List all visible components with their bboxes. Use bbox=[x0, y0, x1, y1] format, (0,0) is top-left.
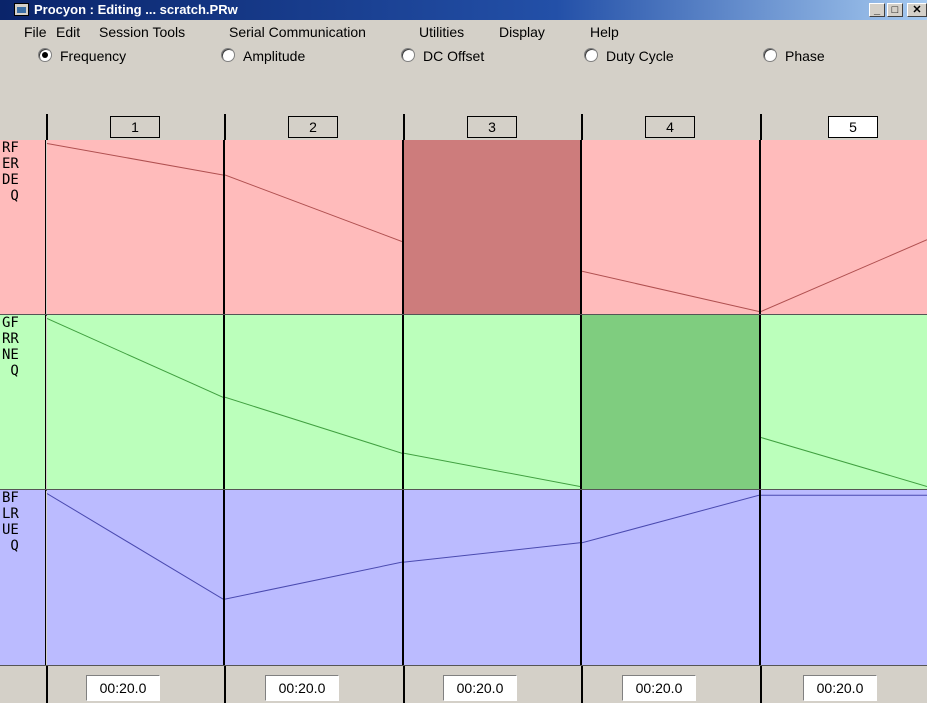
row-label-red: RF ER DE Q bbox=[0, 140, 46, 315]
menu-display[interactable]: Display bbox=[499, 24, 545, 40]
blue-segment-1[interactable] bbox=[47, 490, 225, 666]
radio-dot-icon bbox=[584, 48, 598, 62]
column-header-2[interactable]: 2 bbox=[288, 116, 338, 138]
blue-segment-2[interactable] bbox=[225, 490, 404, 666]
menu-edit[interactable]: Edit bbox=[56, 24, 80, 40]
menu-session-tools[interactable]: Session Tools bbox=[99, 24, 185, 40]
blue-ramp-line-1 bbox=[47, 494, 223, 600]
footer-divider bbox=[46, 666, 48, 703]
footer-divider bbox=[760, 666, 762, 703]
red-segment-1[interactable] bbox=[47, 140, 225, 315]
header-divider bbox=[403, 114, 405, 140]
header-divider bbox=[581, 114, 583, 140]
red-segment-4[interactable] bbox=[582, 140, 761, 315]
menu-utilities[interactable]: Utilities bbox=[419, 24, 464, 40]
column-header-5[interactable]: 5 bbox=[828, 116, 878, 138]
green-ramp-line-3 bbox=[404, 453, 580, 486]
radio-duty-cycle[interactable]: Duty Cycle bbox=[584, 48, 674, 66]
window-title: Procyon : Editing ... scratch.PRw bbox=[34, 2, 238, 17]
radio-dc-offset[interactable]: DC Offset bbox=[401, 48, 484, 66]
green-segment-1[interactable] bbox=[47, 315, 225, 490]
red-ramp-line-1 bbox=[47, 144, 223, 176]
row-label-blue: BF LR UE Q bbox=[0, 490, 46, 666]
duration-field-5[interactable]: 00:20.0 bbox=[803, 675, 877, 701]
radio-dot-icon bbox=[38, 48, 52, 62]
duration-field-4[interactable]: 00:20.0 bbox=[622, 675, 696, 701]
green-segment-5[interactable] bbox=[761, 315, 927, 490]
green-ramp-line-2 bbox=[225, 397, 402, 453]
red-ramp-line-5 bbox=[761, 240, 927, 312]
radio-phase[interactable]: Phase bbox=[763, 48, 825, 66]
green-segment-2[interactable] bbox=[225, 315, 404, 490]
mode-radio-group: Frequency Amplitude DC Offset Duty Cycle… bbox=[0, 44, 927, 70]
red-segment-5[interactable] bbox=[761, 140, 927, 315]
duration-field-2[interactable]: 00:20.0 bbox=[265, 675, 339, 701]
green-segment-3[interactable] bbox=[404, 315, 582, 490]
minimize-button[interactable]: _ bbox=[869, 3, 885, 17]
menu-bar: File Edit Session Tools Serial Communica… bbox=[0, 20, 927, 44]
footer-divider bbox=[403, 666, 405, 703]
blue-ramp-line-4 bbox=[582, 495, 759, 543]
radio-dot-icon bbox=[763, 48, 777, 62]
green-segment-4[interactable] bbox=[582, 315, 761, 490]
column-header-1[interactable]: 1 bbox=[110, 116, 160, 138]
red-segment-3[interactable] bbox=[404, 140, 582, 315]
red-segment-2[interactable] bbox=[225, 140, 404, 315]
title-bar: Procyon : Editing ... scratch.PRw _ □ ✕ bbox=[0, 0, 927, 20]
blue-segment-4[interactable] bbox=[582, 490, 761, 666]
radio-frequency[interactable]: Frequency bbox=[38, 48, 126, 66]
row-label-green: GF RR NE Q bbox=[0, 315, 46, 490]
app-icon bbox=[14, 3, 29, 16]
header-divider bbox=[46, 114, 48, 140]
waveform-grid: RF ER DE Q GF RR NE Q BF LR UE Q bbox=[0, 140, 927, 667]
green-ramp-line-5 bbox=[761, 438, 927, 487]
red-ramp-line-2 bbox=[225, 175, 402, 242]
menu-file[interactable]: File bbox=[24, 24, 47, 40]
duration-bar: 00:20.0 00:20.0 00:20.0 00:20.0 00:20.0 bbox=[0, 666, 927, 703]
footer-divider bbox=[224, 666, 226, 703]
close-button[interactable]: ✕ bbox=[907, 3, 927, 17]
column-header-3[interactable]: 3 bbox=[467, 116, 517, 138]
maximize-button[interactable]: □ bbox=[887, 3, 903, 17]
header-divider bbox=[224, 114, 226, 140]
blue-segment-3[interactable] bbox=[404, 490, 582, 666]
red-ramp-line-4 bbox=[582, 271, 759, 311]
duration-field-1[interactable]: 00:20.0 bbox=[86, 675, 160, 701]
radio-dot-icon bbox=[221, 48, 235, 62]
menu-serial-communication[interactable]: Serial Communication bbox=[229, 24, 366, 40]
blue-ramp-line-2 bbox=[225, 562, 402, 599]
column-header-4[interactable]: 4 bbox=[645, 116, 695, 138]
menu-help[interactable]: Help bbox=[590, 24, 619, 40]
blue-segment-5[interactable] bbox=[761, 490, 927, 666]
radio-dot-icon bbox=[401, 48, 415, 62]
radio-amplitude[interactable]: Amplitude bbox=[221, 48, 305, 66]
duration-field-3[interactable]: 00:20.0 bbox=[443, 675, 517, 701]
header-divider bbox=[760, 114, 762, 140]
footer-divider bbox=[581, 666, 583, 703]
green-ramp-line-1 bbox=[47, 319, 223, 398]
blue-ramp-line-3 bbox=[404, 543, 580, 562]
